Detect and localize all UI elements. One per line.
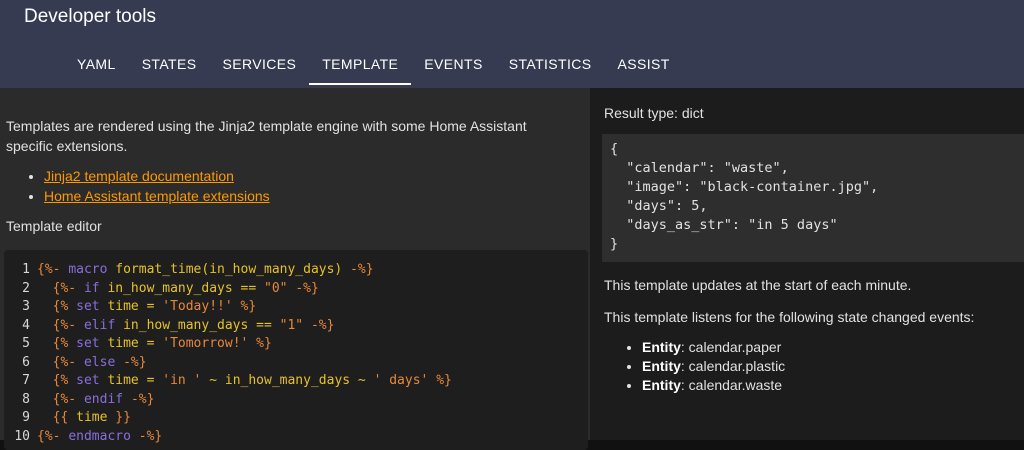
ha-extensions-link[interactable]: Home Assistant template extensions (44, 188, 270, 204)
code-text[interactable]: {%- else -%} (37, 354, 147, 372)
result-line: "days_as_str": "in 5 days" (610, 217, 838, 233)
tab-bar: YAML STATES SERVICES TEMPLATE EVENTS STA… (64, 48, 683, 88)
intro-text: Templates are rendered using the Jinja2 … (6, 118, 527, 154)
editor-line[interactable]: 7 {% set time = 'in ' ~ in_how_many_days… (4, 372, 452, 390)
code-text[interactable]: {%- if in_how_many_days == "0" -%} (37, 280, 319, 298)
result-type: Result type: dict (604, 105, 704, 121)
editor-line[interactable]: 3 {% set time = 'Today!!' %} (4, 298, 256, 316)
listen-note: This template listens for the following … (604, 309, 975, 325)
tab-services[interactable]: SERVICES (209, 48, 309, 85)
doc-links: Jinja2 template documentation Home Assis… (30, 166, 270, 206)
line-number: 6 (22, 354, 30, 370)
list-item: Entity: calendar.waste (642, 376, 785, 395)
editor-line[interactable]: 6 {%- else -%} (4, 354, 146, 372)
line-number: 5 (22, 336, 30, 351)
code-text[interactable]: {% set time = 'in ' ~ in_how_many_days ~… (37, 372, 452, 390)
code-text[interactable]: {%- macro format_time(in_how_many_days) … (37, 261, 374, 279)
list-item: Entity: calendar.plastic (642, 357, 785, 376)
result-line: { (610, 141, 619, 157)
line-number: 8 (22, 391, 30, 407)
line-number: 2 (22, 280, 30, 296)
result-output: { "calendar": "waste", "image": "black-c… (602, 134, 1024, 262)
line-number: 1 (22, 262, 30, 277)
result-line: "days": 5, (610, 198, 708, 214)
line-number: 9 (22, 410, 30, 425)
editor-line[interactable]: 9 {{ time }} (4, 409, 131, 427)
entity-value: : calendar.plastic (680, 358, 786, 374)
entity-label: Entity (642, 358, 681, 374)
tab-statistics[interactable]: STATISTICS (496, 48, 605, 85)
jinja2-docs-link[interactable]: Jinja2 template documentation (44, 168, 234, 184)
line-number: 3 (22, 299, 30, 314)
tab-assist[interactable]: ASSIST (605, 48, 683, 85)
list-item: Home Assistant template extensions (44, 186, 270, 206)
entity-value: : calendar.paper (680, 339, 782, 355)
update-note: This template updates at the start of ea… (604, 277, 912, 293)
page-title: Developer tools (24, 6, 157, 27)
app-header: Developer tools YAML STATES SERVICES TEM… (0, 0, 1024, 88)
line-number: 7 (22, 373, 30, 388)
code-text[interactable]: {{ time }} (37, 409, 131, 427)
entity-label: Entity (642, 377, 681, 393)
result-panel: Result type: dict { "calendar": "waste",… (590, 88, 1024, 440)
template-editor[interactable]: 1 {%- macro format_time(in_how_many_days)… (4, 250, 588, 450)
line-number: 4 (22, 317, 30, 333)
code-text[interactable]: {%- elif in_how_many_days == "1" -%} (37, 317, 335, 335)
list-item: Entity: calendar.paper (642, 338, 785, 357)
code-text[interactable]: {% set time = 'Tomorrow!' %} (37, 335, 272, 353)
editor-line[interactable]: 4 {%- elif in_how_many_days == "1" -%} (4, 317, 334, 335)
line-number: 10 (14, 428, 30, 444)
entity-label: Entity (642, 339, 681, 355)
code-text[interactable]: {% set time = 'Today!!' %} (37, 298, 257, 316)
result-line: "calendar": "waste", (610, 160, 789, 176)
code-text[interactable]: {%- endif -%} (37, 391, 155, 409)
entity-value: : calendar.waste (680, 377, 783, 393)
result-line: } (610, 236, 619, 252)
editor-label: Template editor (6, 218, 102, 234)
template-panel: Templates are rendered using the Jinja2 … (0, 88, 590, 450)
main-content: Templates are rendered using the Jinja2 … (0, 88, 1024, 450)
editor-line[interactable]: 5 {% set time = 'Tomorrow!' %} (4, 335, 272, 353)
list-item: Jinja2 template documentation (44, 166, 270, 186)
tab-events[interactable]: EVENTS (411, 48, 495, 85)
result-line: "image": "black-container.jpg", (610, 179, 879, 195)
editor-line[interactable]: 1 {%- macro format_time(in_how_many_days)… (4, 261, 373, 279)
code-text[interactable]: {%- endmacro -%} (37, 428, 162, 446)
tab-template[interactable]: TEMPLATE (309, 48, 412, 85)
entity-list: Entity: calendar.paper Entity: calendar.… (626, 338, 785, 395)
editor-line[interactable]: 10 {%- endmacro -%} (4, 428, 162, 446)
tab-states[interactable]: STATES (129, 48, 210, 85)
tab-yaml[interactable]: YAML (64, 48, 129, 85)
editor-line[interactable]: 2 {%- if in_how_many_days == "0" -%} (4, 280, 319, 298)
editor-line[interactable]: 8 {%- endif -%} (4, 391, 154, 409)
